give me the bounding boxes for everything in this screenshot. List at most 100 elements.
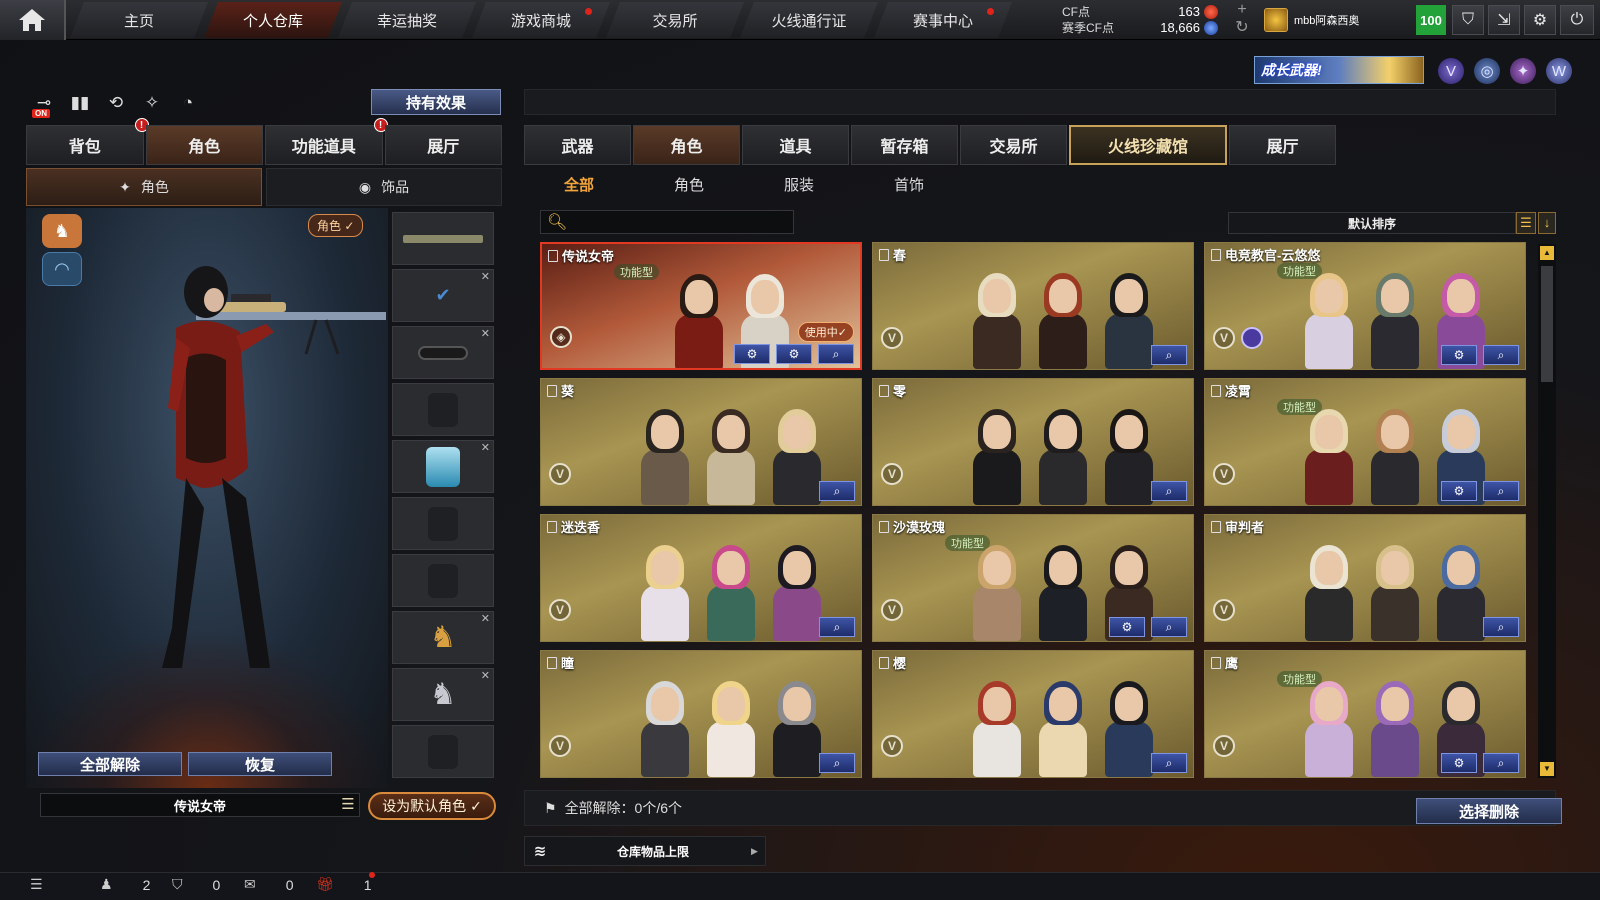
sort-direction-icon[interactable]: ↓ <box>1538 212 1556 234</box>
bookmark-icon[interactable]: ⚑ <box>544 800 557 817</box>
bookmark-icon[interactable] <box>1211 384 1221 397</box>
scrollbar-thumb[interactable] <box>1541 266 1553 382</box>
character-card[interactable]: 樱 V ⌕ <box>872 650 1194 778</box>
gear-icon[interactable]: ⚙ <box>1524 5 1556 35</box>
zoom-button[interactable]: ⌕ <box>1151 617 1187 637</box>
left-tab-1[interactable]: 角色 <box>145 125 263 165</box>
zoom-button[interactable]: ⌕ <box>1151 345 1187 365</box>
ranking-icon[interactable]: ▮▮ <box>66 90 94 116</box>
inventory-subtab-3[interactable]: 首饰 <box>854 170 964 198</box>
list-icon[interactable]: ☰ <box>338 795 358 815</box>
exit-icon[interactable]: ⇲ <box>1488 5 1520 35</box>
bookmark-icon[interactable] <box>1211 656 1221 669</box>
backpack-slot[interactable]: ✕ <box>392 440 494 493</box>
left-tab-3[interactable]: 展厅 <box>384 125 502 165</box>
settings-button[interactable]: ⚙ <box>1441 345 1477 365</box>
settings-button[interactable]: ⚙ <box>1441 481 1477 501</box>
character-name-field[interactable]: 传说女帝 <box>40 793 360 817</box>
zoom-button[interactable]: ⌕ <box>1151 481 1187 501</box>
inventory-subtab-0[interactable]: 全部 <box>524 170 634 198</box>
inventory-tab-4[interactable]: 交易所 <box>960 125 1067 165</box>
left-tab-2[interactable]: 功能道具! <box>265 118 388 165</box>
character-preview[interactable]: ♞ ◠ 角色 ✓ <box>26 208 388 788</box>
home-button[interactable] <box>0 0 66 40</box>
inventory-subtab-1[interactable]: 角色 <box>634 170 744 198</box>
chat-stat[interactable]: ✉ 0 <box>244 876 294 893</box>
vest-slot[interactable] <box>392 383 494 436</box>
close-icon[interactable]: ✕ <box>481 270 490 283</box>
close-icon[interactable]: ✕ <box>481 612 490 625</box>
zoom-button[interactable]: ⌕ <box>1151 753 1187 773</box>
w-badge-icon[interactable]: W <box>1546 58 1572 84</box>
list-view-icon[interactable]: ☰ <box>1516 212 1536 234</box>
scroll-down-button[interactable]: ▼ <box>1540 762 1554 776</box>
settings-button[interactable]: ⚙ <box>734 344 770 364</box>
character-card[interactable]: 葵 V ⌕ <box>540 378 862 506</box>
inventory-tab-1[interactable]: 角色 <box>633 125 740 165</box>
gift-stat[interactable]: 🎁︎ 1 <box>316 876 372 893</box>
bookmark-icon[interactable] <box>547 520 557 533</box>
bookmark-icon[interactable] <box>548 249 558 262</box>
bookmark-icon[interactable] <box>879 520 889 533</box>
character-card[interactable]: 瞳 V ⌕ <box>540 650 862 778</box>
growth-weapon-banner[interactable]: 成长武器! <box>1254 56 1424 84</box>
refresh-points-button[interactable]: ↻ <box>1234 20 1250 36</box>
select-delete-button[interactable]: 选择删除 <box>1416 798 1562 824</box>
rotate-icon[interactable]: ⟲ <box>102 90 130 116</box>
armor-slot[interactable] <box>392 497 494 550</box>
gold-dragon-slot[interactable]: ♞ ✕ <box>392 611 494 664</box>
character-card[interactable]: 迷迭香 V ⌕ <box>540 514 862 642</box>
zoom-button[interactable]: ⌕ <box>819 753 855 773</box>
inventory-tab-5[interactable]: 火线珍藏馆 <box>1069 125 1227 165</box>
pose-icon[interactable]: ✧ <box>138 90 166 116</box>
nav-tab-1[interactable]: 个人仓库 <box>204 2 342 38</box>
unequip-all-button[interactable]: 全部解除 <box>38 752 182 776</box>
restore-button[interactable]: 恢复 <box>188 752 332 776</box>
character-card[interactable]: 凌霄 功能型 V ⚙ ⌕ <box>1204 378 1526 506</box>
power-icon[interactable]: ⏻ <box>1560 5 1594 35</box>
settings-button[interactable]: ⚙ <box>1109 617 1145 637</box>
hold-effect-button[interactable]: 持有效果 <box>371 89 501 115</box>
nav-tab-6[interactable]: 赛事中心 <box>874 2 1012 38</box>
left-subtab-1[interactable]: ◉ 饰品 <box>266 168 502 206</box>
toggle-on-icon[interactable]: ⊸ ON <box>30 90 58 118</box>
zoom-button[interactable]: ⌕ <box>1483 617 1519 637</box>
bookmark-icon[interactable] <box>879 384 889 397</box>
bookmark-icon[interactable] <box>547 384 557 397</box>
rifle-slot[interactable] <box>392 212 494 265</box>
search-input[interactable] <box>573 212 793 232</box>
zoom-button[interactable]: ⌕ <box>1483 345 1519 365</box>
inventory-tab-6[interactable]: 展厅 <box>1229 125 1336 165</box>
bookmark-icon[interactable] <box>1211 248 1221 261</box>
character-card[interactable]: 鹰功能型 V ⚙ ⌕ <box>1204 650 1526 778</box>
clan-stat[interactable]: ⛉ 0 <box>172 876 220 893</box>
bookmark-icon[interactable] <box>547 656 557 669</box>
settings-button[interactable]: ⚙ <box>1441 753 1477 773</box>
nav-tab-0[interactable]: 主页 <box>70 2 208 38</box>
scroll-up-button[interactable]: ▲ <box>1540 246 1554 260</box>
character-card[interactable]: 零 V ⌕ <box>872 378 1194 506</box>
friends-stat[interactable]: ♟ 2 <box>100 876 150 893</box>
capacity-bar[interactable]: ≋ 仓库物品上限 ▶ <box>524 836 766 866</box>
set-default-character-button[interactable]: 设为默认角色 ✓ <box>368 792 496 820</box>
inventory-tab-3[interactable]: 暂存箱 <box>851 125 958 165</box>
globe-icon[interactable]: ◎ <box>1474 58 1500 84</box>
menu-icon[interactable]: ☰ <box>30 876 43 893</box>
sort-select[interactable]: 默认排序 <box>1228 212 1516 234</box>
zoom-button[interactable]: ⌕ <box>819 617 855 637</box>
mouse-icon[interactable]: ◔ <box>174 90 202 116</box>
add-points-button[interactable]: + <box>1234 2 1250 18</box>
nav-tab-3[interactable]: 游戏商城 <box>472 2 610 38</box>
nav-tab-5[interactable]: 火线通行证 <box>740 2 878 38</box>
inventory-tab-2[interactable]: 道具 <box>742 125 849 165</box>
left-tab-0[interactable]: 背包! <box>26 118 149 165</box>
bookmark-icon[interactable] <box>879 656 889 669</box>
silver-dragon-slot[interactable]: ♞ ✕ <box>392 668 494 721</box>
ring-slot[interactable] <box>392 725 494 778</box>
bookmark-icon[interactable] <box>1211 520 1221 533</box>
character-card[interactable]: 传说女帝 功能型 ◈ 使用中✓ ⚙ ⚙ ⌕ <box>540 242 862 370</box>
bookmark-icon[interactable] <box>879 248 889 261</box>
shield-icon[interactable]: ⛉ <box>1452 5 1484 35</box>
goggles-slot[interactable]: ✕ <box>392 326 494 379</box>
inventory-subtab-2[interactable]: 服装 <box>744 170 854 198</box>
